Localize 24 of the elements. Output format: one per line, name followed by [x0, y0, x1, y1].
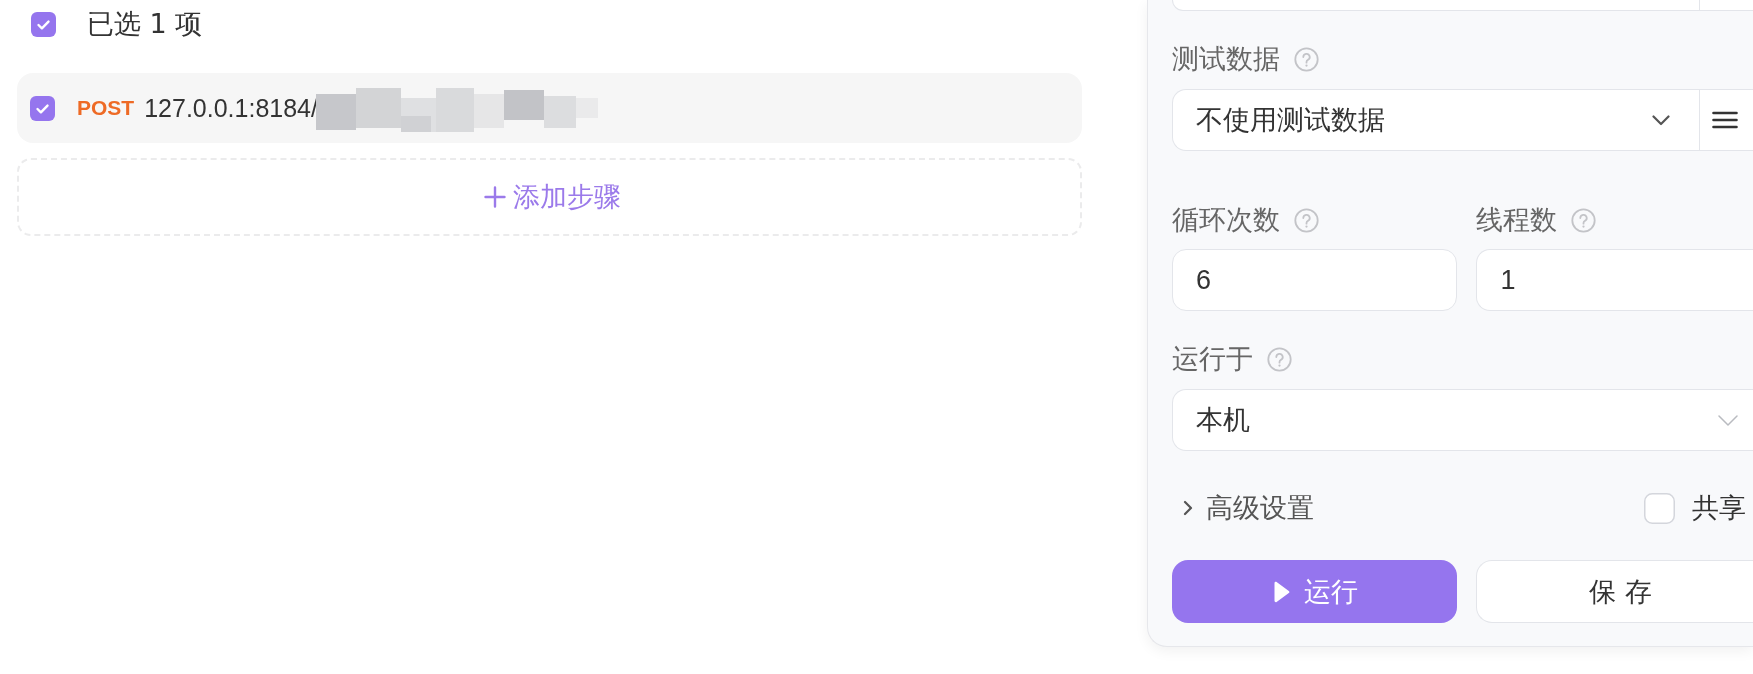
field-label: 线程数	[1476, 203, 1558, 237]
http-method-label: POST	[77, 96, 135, 120]
field-label: 循环次数	[1172, 203, 1280, 237]
menu-icon	[1712, 111, 1738, 129]
menu-button[interactable]	[1699, 89, 1753, 151]
input-field[interactable]: 6	[1172, 249, 1458, 311]
select-field[interactable]: 不使用测试数据	[1172, 89, 1699, 151]
share-label[interactable]: 共享	[1692, 490, 1746, 526]
input-field[interactable]: 1	[1476, 249, 1753, 311]
checkbox[interactable]	[31, 11, 56, 37]
field-label: 测试数据	[1172, 42, 1280, 76]
request-url-text: 127.0.0.1:8184/	[144, 93, 318, 123]
save-button[interactable]: 保 存	[1476, 560, 1753, 623]
input-field[interactable]	[1172, 0, 1699, 11]
chevron-down-icon	[1652, 114, 1670, 126]
select-field[interactable]: 本机	[1172, 389, 1753, 451]
chevron-down-icon	[1718, 414, 1738, 426]
field-label: 运行于	[1172, 342, 1253, 376]
plus-icon	[484, 186, 506, 208]
step-card[interactable]: POST 127.0.0.1:8184/	[17, 73, 1082, 143]
advanced-settings-toggle[interactable]: 高级设置	[1183, 490, 1314, 526]
selection-count-text: 已选 1 项	[87, 8, 203, 40]
checkbox[interactable]	[30, 95, 55, 121]
checkbox[interactable]	[1644, 492, 1675, 524]
